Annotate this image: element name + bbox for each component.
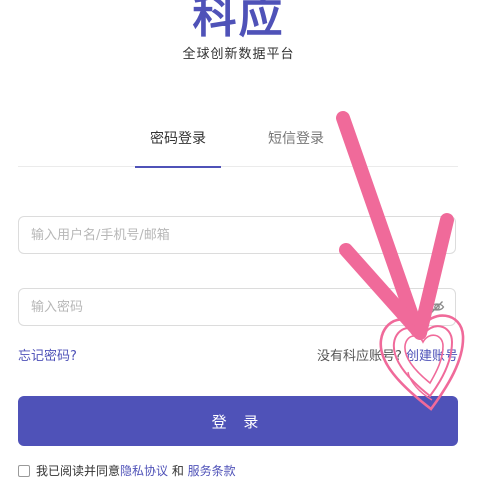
eye-off-icon[interactable] — [429, 299, 445, 315]
agreement-prefix: 我已阅读并同意 — [36, 464, 121, 478]
password-field — [18, 288, 456, 326]
login-page: 科应 全球创新数据平台 密码登录 短信登录 忘记密码? 没有科应账号? 创建账号… — [0, 0, 477, 485]
password-input[interactable] — [19, 289, 423, 325]
agreement-row: 我已阅读并同意 隐私协议 和 服务条款 — [18, 462, 236, 479]
tab-password-login[interactable]: 密码登录 — [135, 128, 221, 168]
no-account-text: 没有科应账号? — [316, 349, 402, 364]
tab-sms-login[interactable]: 短信登录 — [268, 128, 324, 148]
create-account-link[interactable]: 创建账号 — [406, 349, 458, 364]
login-button[interactable]: 登 录 — [18, 396, 458, 446]
register-prompt: 没有科应账号? 创建账号 — [317, 345, 458, 364]
username-input[interactable] — [19, 217, 423, 253]
brand-tagline: 全球创新数据平台 — [182, 47, 295, 62]
forgot-password-link[interactable]: 忘记密码? — [18, 345, 77, 364]
brand-logo: 科应 — [192, 0, 285, 43]
privacy-link[interactable]: 隐私协议 — [120, 462, 168, 479]
username-field — [18, 216, 456, 254]
login-tabs: 密码登录 短信登录 — [18, 118, 458, 168]
agreement-and: 和 — [168, 464, 188, 478]
agreement-checkbox[interactable] — [18, 464, 30, 477]
terms-link[interactable]: 服务条款 — [188, 462, 236, 479]
